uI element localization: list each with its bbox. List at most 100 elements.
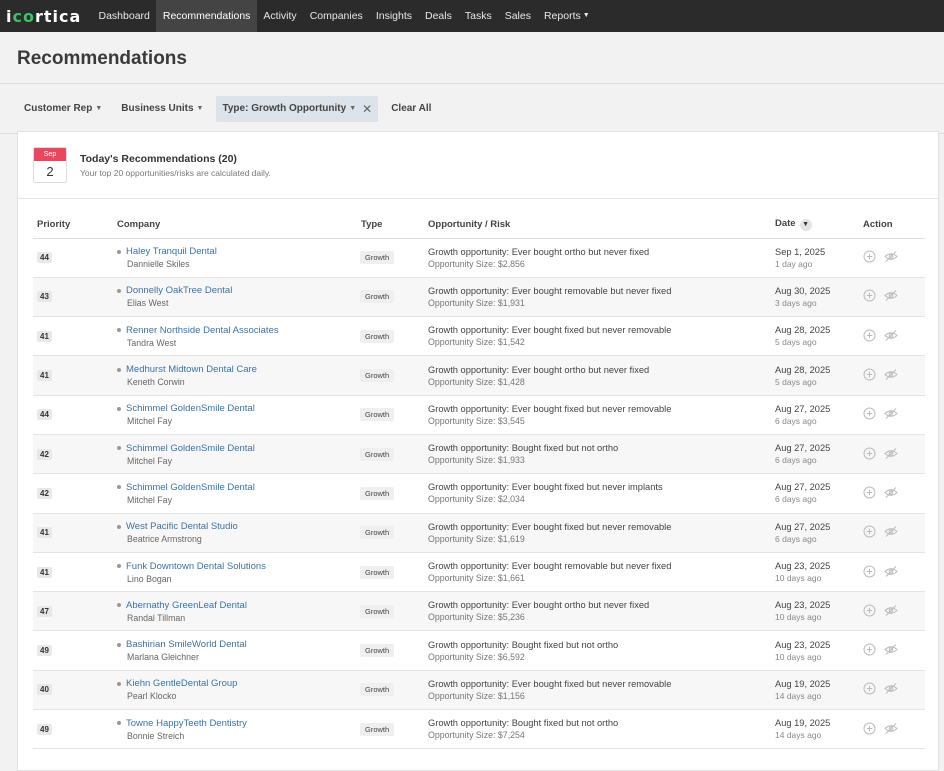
hide-eye-icon[interactable] [884, 604, 898, 617]
table-row[interactable]: 44Schimmel GoldenSmile DentalMitchel Fay… [33, 395, 925, 434]
col-priority[interactable]: Priority [33, 212, 113, 238]
company-link[interactable]: Donnelly OakTree Dental [126, 285, 232, 296]
company-link[interactable]: Renner Northside Dental Associates [126, 325, 279, 336]
sort-chevron-icon[interactable]: ▼ [800, 219, 812, 231]
company-cell: Medhurst Midtown Dental CareKeneth Corwi… [113, 356, 357, 395]
add-circle-icon[interactable] [863, 682, 876, 695]
business-units-filter[interactable]: Business Units ▼ [115, 96, 209, 122]
close-icon[interactable]: ✕ [362, 96, 372, 122]
add-circle-icon[interactable] [863, 368, 876, 381]
company-link[interactable]: Towne HappyTeeth Dentistry [126, 718, 247, 729]
opportunity-cell: Growth opportunity: Ever bought removabl… [424, 277, 771, 316]
company-link[interactable]: Funk Downtown Dental Solutions [126, 561, 266, 572]
col-type[interactable]: Type [357, 212, 424, 238]
hide-eye-icon[interactable] [884, 289, 898, 302]
add-circle-icon[interactable] [863, 565, 876, 578]
hide-eye-icon[interactable] [884, 329, 898, 342]
add-circle-icon[interactable] [863, 486, 876, 499]
add-circle-icon[interactable] [863, 250, 876, 263]
table-row[interactable]: 41Medhurst Midtown Dental CareKeneth Cor… [33, 356, 925, 395]
hide-eye-icon[interactable] [884, 368, 898, 381]
company-link[interactable]: Bashirian SmileWorld Dental [126, 639, 247, 650]
opportunity-cell: Growth opportunity: Bought fixed but not… [424, 434, 771, 473]
hide-eye-icon[interactable] [884, 643, 898, 656]
opportunity-description: Growth opportunity: Ever bought ortho bu… [428, 365, 771, 375]
date-value: Aug 27, 2025 [775, 404, 859, 414]
table-row[interactable]: 42Schimmel GoldenSmile DentalMitchel Fay… [33, 474, 925, 513]
nav-item-insights[interactable]: Insights [369, 0, 418, 32]
date-cell: Aug 28, 20255 days ago [771, 317, 859, 356]
company-link[interactable]: Schimmel GoldenSmile Dental [126, 482, 255, 493]
type-badge: Growth [360, 683, 394, 696]
table-row[interactable]: 40Kiehn GentleDental GroupPearl KlockoGr… [33, 670, 925, 709]
table-row[interactable]: 49Bashirian SmileWorld DentalMarlana Gle… [33, 631, 925, 670]
type-cell: Growth [357, 631, 424, 670]
col-opportunity[interactable]: Opportunity / Risk [424, 212, 771, 238]
col-company[interactable]: Company [113, 212, 357, 238]
priority-badge: 41 [37, 567, 52, 578]
hide-eye-icon[interactable] [884, 250, 898, 263]
priority-cell: 47 [33, 592, 113, 631]
nav-item-recommendations[interactable]: Recommendations [156, 0, 257, 32]
customer-rep-filter[interactable]: Customer Rep ▼ [18, 96, 108, 122]
table-row[interactable]: 42Schimmel GoldenSmile DentalMitchel Fay… [33, 434, 925, 473]
nav-item-reports[interactable]: Reports▼ [537, 0, 596, 32]
company-link[interactable]: Schimmel GoldenSmile Dental [126, 443, 255, 454]
clear-all-button[interactable]: Clear All [385, 103, 437, 114]
logo-suffix: rtica [35, 7, 81, 26]
table-row[interactable]: 41West Pacific Dental StudioBeatrice Arm… [33, 513, 925, 552]
opportunity-size: Opportunity Size: $2,034 [428, 494, 771, 504]
nav-item-tasks[interactable]: Tasks [458, 0, 498, 32]
nav-item-dashboard[interactable]: Dashboard [92, 0, 156, 32]
add-circle-icon[interactable] [863, 604, 876, 617]
hide-eye-icon[interactable] [884, 407, 898, 420]
date-relative: 3 days ago [775, 298, 859, 308]
hide-eye-icon[interactable] [884, 447, 898, 460]
date-relative: 6 days ago [775, 534, 859, 544]
hide-eye-icon[interactable] [884, 565, 898, 578]
add-circle-icon[interactable] [863, 407, 876, 420]
add-circle-icon[interactable] [863, 643, 876, 656]
nav-item-activity[interactable]: Activity [257, 0, 303, 32]
opportunity-cell: Growth opportunity: Ever bought fixed bu… [424, 474, 771, 513]
company-link[interactable]: Medhurst Midtown Dental Care [126, 364, 257, 375]
table-header-row: Priority Company Type Opportunity / Risk… [33, 212, 925, 238]
hide-eye-icon[interactable] [884, 486, 898, 499]
table-row[interactable]: 44Haley Tranquil DentalDannielle SkilesG… [33, 238, 925, 277]
hide-eye-icon[interactable] [884, 525, 898, 538]
type-badge: Growth [360, 566, 394, 579]
company-link[interactable]: Haley Tranquil Dental [126, 246, 217, 257]
table-row[interactable]: 41Funk Downtown Dental SolutionsLino Bog… [33, 552, 925, 591]
nav-item-deals[interactable]: Deals [419, 0, 459, 32]
add-circle-icon[interactable] [863, 329, 876, 342]
table-row[interactable]: 43Donnelly OakTree DentalElias WestGrowt… [33, 277, 925, 316]
opportunity-description: Growth opportunity: Bought fixed but not… [428, 718, 771, 728]
table-row[interactable]: 47 Abernathy GreenLeaf Dental Randal Tillm… [33, 592, 925, 631]
company-link[interactable]: Kiehn GentleDental Group [126, 678, 237, 689]
hide-eye-icon[interactable] [884, 722, 898, 735]
add-circle-icon[interactable] [863, 525, 876, 538]
customer-rep-name: Randal Tillman [127, 613, 357, 623]
brand-logo[interactable]: icortica [0, 0, 92, 32]
priority-badge: 49 [37, 645, 52, 656]
add-circle-icon[interactable] [863, 289, 876, 302]
add-circle-icon[interactable] [863, 447, 876, 460]
date-value: Aug 19, 2025 [775, 679, 859, 689]
opportunity-description: Growth opportunity: Ever bought fixed bu… [428, 679, 771, 689]
add-circle-icon[interactable] [863, 722, 876, 735]
date-value: Aug 27, 2025 [775, 443, 859, 453]
type-filter-chip[interactable]: Type: Growth Opportunity ▼ ✕ [216, 96, 378, 122]
table-row[interactable]: 49Towne HappyTeeth DentistryBonnie Strei… [33, 710, 925, 749]
col-date[interactable]: Date▼ [771, 212, 859, 238]
hide-eye-icon[interactable] [884, 682, 898, 695]
type-badge: Growth [360, 290, 394, 303]
nav-item-companies[interactable]: Companies [303, 0, 369, 32]
company-link[interactable]: Schimmel GoldenSmile Dental [126, 403, 255, 414]
company-link[interactable]: West Pacific Dental Studio [126, 521, 238, 532]
table-row[interactable]: 41Renner Northside Dental AssociatesTand… [33, 317, 925, 356]
type-cell: Growth [357, 513, 424, 552]
nav-item-sales[interactable]: Sales [498, 0, 537, 32]
opportunity-cell: Growth opportunity: Ever bought fixed bu… [424, 670, 771, 709]
company-link[interactable]: Abernathy GreenLeaf Dental [126, 600, 247, 611]
opportunity-description: Growth opportunity: Ever bought fixed bu… [428, 482, 771, 492]
